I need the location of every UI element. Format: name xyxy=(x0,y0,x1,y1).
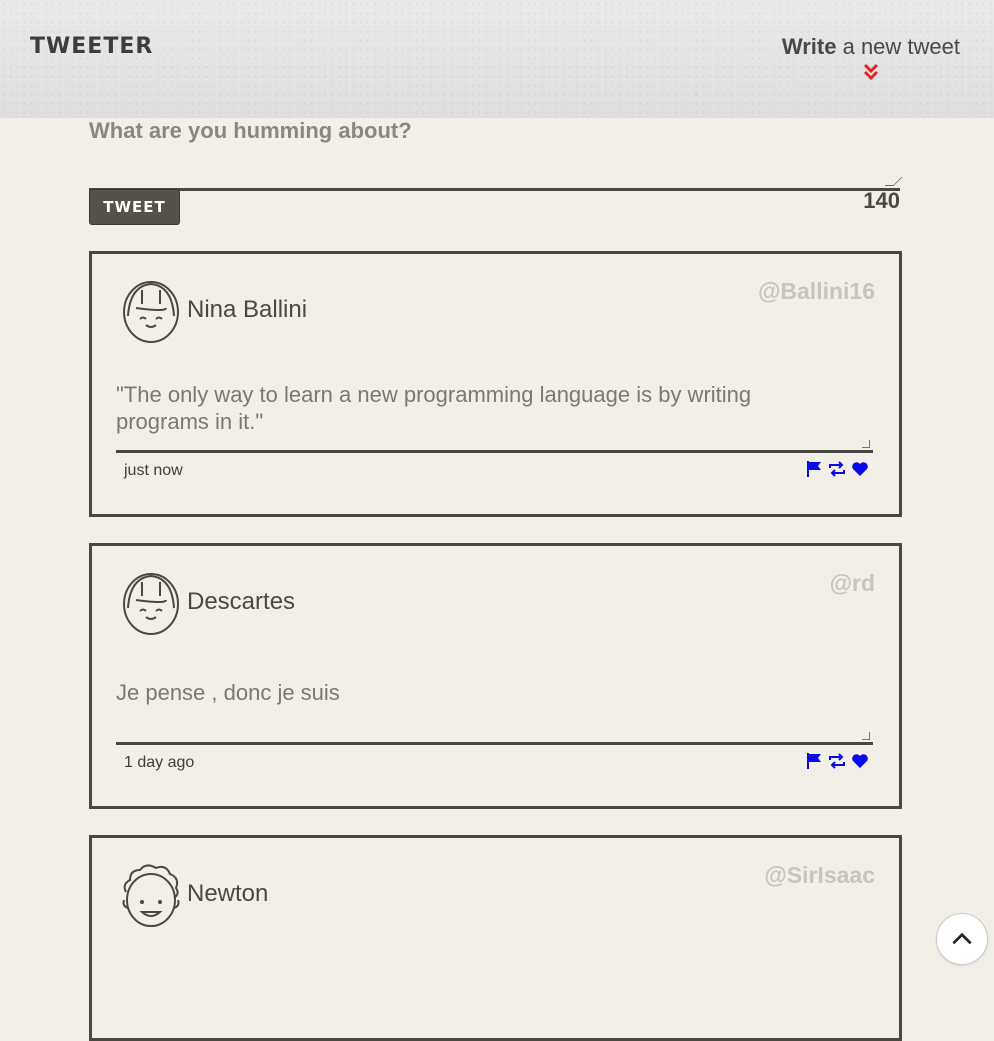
resize-handle[interactable] xyxy=(884,177,903,186)
tweet-author: Descartes xyxy=(187,588,296,615)
tweet-card: Descartes @rd Je pense , donc je suis 1 … xyxy=(89,543,902,809)
double-chevron-down-icon xyxy=(863,63,878,81)
tweet-author: Nina Ballini xyxy=(187,296,308,323)
tweet-divider xyxy=(116,450,873,453)
new-tweet-form: What are you humming about? TWEET 140 xyxy=(89,118,903,225)
tweet-author: Newton xyxy=(187,880,269,907)
heart-icon[interactable] xyxy=(851,460,869,478)
flag-icon[interactable] xyxy=(805,460,823,478)
retweet-icon[interactable] xyxy=(828,460,846,478)
compose-toggle-text: a new tweet xyxy=(836,34,960,59)
tweet-text: "The only way to learn a new programming… xyxy=(116,382,752,434)
compose-prompt: What are you humming about? xyxy=(89,118,412,143)
resize-handle[interactable] xyxy=(862,732,870,740)
tweet-card: Nina Ballini @Ballini16 "The only way to… xyxy=(89,251,902,517)
curly-hair-avatar-icon xyxy=(122,864,180,927)
heart-icon[interactable] xyxy=(851,752,869,770)
flag-icon[interactable] xyxy=(805,752,823,770)
tweet-button[interactable]: TWEET xyxy=(89,189,180,225)
retweet-icon[interactable] xyxy=(828,752,846,770)
tweet-textarea[interactable] xyxy=(89,152,903,191)
tweet-handle: @SirIsaac xyxy=(764,862,875,888)
resize-handle[interactable] xyxy=(862,440,870,448)
write-new-tweet-toggle[interactable]: Write a new tweet xyxy=(782,34,960,82)
chevron-up-icon xyxy=(952,932,972,945)
character-counter: 140 xyxy=(863,188,900,213)
girl-avatar-icon xyxy=(123,573,179,635)
app-logo[interactable]: TWEETER xyxy=(30,34,153,59)
tweet-handle: @Ballini16 xyxy=(757,278,875,304)
compose-toggle-bold: Write xyxy=(781,34,837,59)
tweet-handle: @rd xyxy=(829,570,875,596)
tweet-text: Je pense , donc je suis xyxy=(116,680,340,705)
tweet-card: Newton @SirIsaac xyxy=(89,835,902,1041)
tweet-actions xyxy=(805,460,869,478)
tweet-divider xyxy=(116,742,873,745)
tweet-timestamp: just now xyxy=(124,462,183,479)
tweet-actions xyxy=(805,752,869,770)
scroll-to-top-button[interactable] xyxy=(936,913,988,965)
tweet-timestamp: 1 day ago xyxy=(124,754,195,771)
top-nav: TWEETER Write a new tweet xyxy=(0,0,994,118)
girl-avatar-icon xyxy=(123,281,179,343)
